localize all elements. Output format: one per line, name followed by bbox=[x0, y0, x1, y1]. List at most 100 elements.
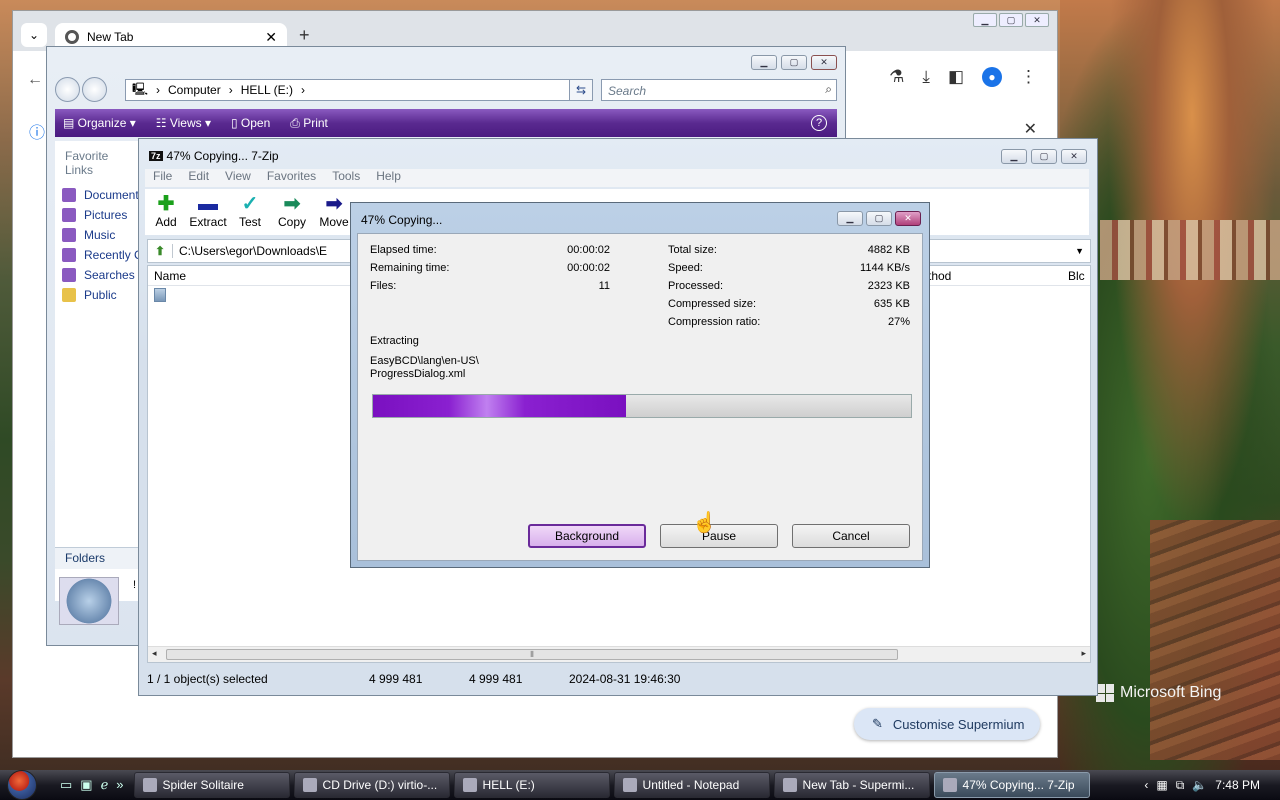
show-desktop-icon[interactable]: ▭ bbox=[60, 777, 72, 793]
menu-edit[interactable]: Edit bbox=[188, 169, 209, 187]
total-size-row: Total size: 4882 KB bbox=[668, 244, 910, 256]
open-button[interactable]: ▯ Open bbox=[231, 116, 270, 130]
organize-button[interactable]: ▤ Organize ▾ bbox=[63, 116, 136, 130]
help-icon[interactable]: ? bbox=[811, 115, 827, 131]
start-button[interactable] bbox=[0, 770, 44, 800]
switch-windows-icon[interactable]: ▣ bbox=[80, 777, 92, 793]
forward-button[interactable] bbox=[82, 77, 107, 102]
bing-watermark: Microsoft Bing bbox=[1096, 684, 1221, 702]
volume-icon[interactable]: 🔈 bbox=[1192, 778, 1207, 792]
maximize-button[interactable]: ▢ bbox=[999, 13, 1023, 27]
internet-explorer-icon[interactable]: ℯ bbox=[101, 777, 109, 793]
favorite-public[interactable]: Public bbox=[55, 285, 141, 305]
breadcrumb-computer[interactable]: Computer bbox=[168, 83, 221, 97]
close-button[interactable]: ✕ bbox=[1025, 13, 1049, 27]
recent-icon bbox=[62, 248, 76, 262]
menu-view[interactable]: View bbox=[225, 169, 251, 187]
maximize-button[interactable]: ▢ bbox=[781, 55, 807, 70]
close-button[interactable]: ✕ bbox=[895, 211, 921, 226]
search-input[interactable]: Search ⌕ bbox=[601, 79, 837, 101]
taskbar-item-spider-solitaire[interactable]: Spider Solitaire bbox=[133, 772, 290, 798]
7zip-menubar: File Edit View Favorites Tools Help bbox=[145, 169, 1089, 187]
maximize-button[interactable]: ▢ bbox=[1031, 149, 1057, 164]
menu-kebab-icon[interactable]: ⋮ bbox=[1020, 67, 1037, 87]
remaining-time-row: Remaining time: 00:00:02 bbox=[370, 262, 610, 274]
new-tab-button[interactable]: + bbox=[299, 25, 310, 46]
taskbar-item-hell-drive[interactable]: HELL (E:) bbox=[453, 772, 610, 798]
cancel-button[interactable]: Cancel bbox=[792, 524, 910, 548]
plus-icon: ✚ bbox=[157, 193, 175, 215]
favorite-pictures[interactable]: Pictures bbox=[55, 205, 141, 225]
close-button[interactable]: ✕ bbox=[811, 55, 837, 70]
status-size: 4 999 481 bbox=[369, 672, 423, 686]
address-bar[interactable]: 🖳 › Computer › HELL (E:) › ▼ bbox=[125, 79, 591, 101]
quick-launch-more-icon[interactable]: » bbox=[116, 777, 123, 793]
elapsed-time-row: Elapsed time: 00:00:02 bbox=[370, 244, 610, 256]
move-button[interactable]: ➡ Move bbox=[313, 189, 355, 235]
path-input[interactable]: C:\Users\egor\Downloads\E bbox=[172, 244, 327, 258]
horizontal-scrollbar[interactable]: ◂ ⦀ ▸ bbox=[148, 646, 1090, 662]
column-method[interactable]: thod bbox=[928, 269, 1068, 283]
7zip-title: 7z 47% Copying... 7-Zip bbox=[149, 149, 279, 163]
add-button[interactable]: ✚ Add bbox=[145, 189, 187, 235]
extract-button[interactable]: ▬ Extract bbox=[187, 189, 229, 235]
column-block[interactable]: Blc bbox=[1068, 269, 1088, 283]
background-button[interactable]: Background bbox=[528, 524, 646, 548]
maximize-button[interactable]: ▢ bbox=[866, 211, 892, 226]
tab-search-button[interactable]: ⌄ bbox=[21, 23, 47, 47]
test-button[interactable]: ✓ Test bbox=[229, 189, 271, 235]
up-folder-icon[interactable]: ⬆ bbox=[148, 244, 172, 258]
taskbar-item-cd-drive[interactable]: CD Drive (D:) virtio-... bbox=[293, 772, 450, 798]
taskbar-item-notepad[interactable]: Untitled - Notepad bbox=[613, 772, 770, 798]
path-dropdown-icon[interactable]: ▼ bbox=[1075, 246, 1084, 256]
compressed-size-row: Compressed size: 635 KB bbox=[668, 298, 910, 310]
documents-icon bbox=[62, 188, 76, 202]
7zip-status-bar: 1 / 1 object(s) selected 4 999 481 4 999… bbox=[147, 669, 1091, 689]
favorite-documents[interactable]: Documents bbox=[55, 185, 141, 205]
pause-button[interactable]: Pause bbox=[660, 524, 778, 548]
minimize-button[interactable]: ▁ bbox=[751, 55, 777, 70]
refresh-button[interactable]: ⇆ bbox=[569, 79, 593, 101]
back-arrow-icon[interactable]: ← bbox=[27, 71, 43, 89]
details-mark: ! bbox=[133, 579, 137, 591]
close-button[interactable]: ✕ bbox=[1061, 149, 1087, 164]
scroll-right-icon[interactable]: ▸ bbox=[1081, 648, 1086, 659]
taskbar-item-supermium[interactable]: New Tab - Supermi... bbox=[773, 772, 930, 798]
clock[interactable]: 7:48 PM bbox=[1215, 778, 1260, 792]
customise-label: Customise Supermium bbox=[892, 716, 1025, 732]
tray-expand-icon[interactable]: ‹ bbox=[1144, 778, 1148, 792]
profile-avatar-icon[interactable]: ● bbox=[982, 67, 1002, 87]
labs-flask-icon[interactable]: ⚗ bbox=[889, 67, 904, 87]
copy-button[interactable]: ➡ Copy bbox=[271, 189, 313, 235]
menu-file[interactable]: File bbox=[153, 169, 172, 187]
info-icon[interactable]: ⓘ bbox=[29, 119, 45, 143]
minimize-button[interactable]: ▁ bbox=[837, 211, 863, 226]
minus-icon: ▬ bbox=[198, 193, 218, 215]
download-icon[interactable]: ⤓ bbox=[922, 67, 930, 87]
favorite-searches[interactable]: Searches bbox=[55, 265, 141, 285]
favorite-recently-changed[interactable]: Recently Changed bbox=[55, 245, 141, 265]
scrollbar-thumb[interactable]: ⦀ bbox=[166, 649, 898, 660]
taskbar-item-7zip[interactable]: 47% Copying... 7-Zip bbox=[933, 772, 1090, 798]
close-banner-icon[interactable]: ✕ bbox=[1024, 119, 1037, 139]
minimize-button[interactable]: ▁ bbox=[1001, 149, 1027, 164]
close-tab-icon[interactable]: ✕ bbox=[265, 29, 277, 46]
side-panel-icon[interactable]: ◧ bbox=[948, 67, 964, 87]
folders-toggle[interactable]: Folders bbox=[55, 547, 141, 569]
print-button[interactable]: ⎙ Print bbox=[290, 116, 328, 131]
menu-favorites[interactable]: Favorites bbox=[267, 169, 316, 187]
tray-app-icon[interactable]: ▦ bbox=[1156, 778, 1167, 792]
minimize-button[interactable]: ▁ bbox=[973, 13, 997, 27]
views-button[interactable]: ☷ Views ▾ bbox=[156, 116, 211, 130]
back-button[interactable] bbox=[55, 77, 80, 102]
customise-supermium-button[interactable]: ✎ Customise Supermium bbox=[854, 708, 1040, 740]
network-icon[interactable]: ⧉ bbox=[1176, 778, 1185, 793]
scroll-left-icon[interactable]: ◂ bbox=[152, 648, 157, 659]
browser-toolbar: ⚗ ⤓ ◧ ● ⋮ bbox=[889, 67, 1037, 87]
menu-tools[interactable]: Tools bbox=[332, 169, 360, 187]
operation-label: Extracting bbox=[370, 335, 419, 347]
menu-help[interactable]: Help bbox=[376, 169, 401, 187]
command-bar: ▤ Organize ▾ ☷ Views ▾ ▯ Open ⎙ Print ? bbox=[55, 109, 837, 137]
breadcrumb-drive[interactable]: HELL (E:) bbox=[241, 83, 293, 97]
favorite-music[interactable]: Music bbox=[55, 225, 141, 245]
